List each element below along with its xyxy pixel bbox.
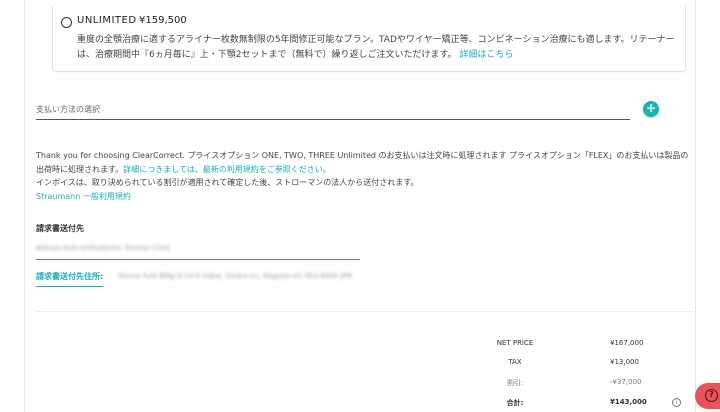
summary-value: ¥143,000: [610, 398, 647, 406]
plan-radio-button[interactable]: [61, 17, 72, 28]
info-icon[interactable]: i: [672, 398, 681, 407]
plan-card-unlimited[interactable]: UNLIMITED ¥159,500 重度の全顎治療に適するアライナー枚数無制限…: [52, 6, 686, 72]
plan-details-link[interactable]: 詳細はこちら: [459, 50, 513, 60]
billing-title: 請求書送付先: [36, 224, 84, 233]
plan-price: ¥159,500: [139, 15, 187, 26]
summary-row-discount: 割引: -¥37,000: [460, 378, 650, 392]
add-payment-method-button[interactable]: +: [643, 101, 659, 117]
summary-label: TAX: [508, 358, 522, 366]
billing-name-value: Kokoyo Kuhl Orthodontic Dentist Clinic: [36, 244, 171, 252]
notice-text-2: インボイスは、取り決められている割引が適用されて確定した後、ストローマンの法人か…: [36, 178, 419, 187]
summary-value: ¥13,000: [610, 358, 639, 366]
help-icon: ?: [705, 389, 718, 402]
billing-name-field-underline: [36, 259, 360, 260]
terms-detail-link[interactable]: 詳細につきましては、最新の利用規約をご参照ください。: [123, 165, 331, 174]
summary-row-net-price: NET PRICE ¥167,000: [460, 339, 650, 353]
plan-name: UNLIMITED: [77, 15, 137, 26]
summary-value: ¥167,000: [610, 339, 644, 347]
summary-label: 割引:: [506, 379, 524, 387]
summary-row-total: 合計: ¥143,000: [460, 398, 650, 412]
payment-notice: Thank you for choosing ClearCorrect. プライ…: [36, 149, 696, 203]
help-button[interactable]: ?: [695, 383, 720, 409]
plan-description-text: 重度の全顎治療に適するアライナー枚数無制限の5年間修正可能なプラン。TADやワイ…: [77, 35, 675, 60]
plan-description: 重度の全顎治療に適するアライナー枚数無制限の5年間修正可能なプラン。TADやワイ…: [77, 33, 681, 63]
summary-row-tax: TAX ¥13,000: [460, 358, 650, 372]
summary-label: 合計:: [506, 399, 524, 407]
summary-value: -¥37,000: [610, 378, 642, 386]
summary-label: NET PRICE: [496, 339, 534, 347]
payment-method-select[interactable]: 支払い方法の選択: [36, 102, 630, 120]
billing-address-label[interactable]: 請求書送付先住所:: [36, 271, 104, 287]
billing-address-value: Ozuna Fuld Bldg 8-14-5 Sakaj, Osaka-nu, …: [118, 272, 352, 280]
payment-method-label: 支払い方法の選択: [36, 105, 100, 114]
section-divider: [36, 311, 694, 312]
straumann-terms-link[interactable]: Straumann 一般利用規約: [36, 192, 131, 201]
